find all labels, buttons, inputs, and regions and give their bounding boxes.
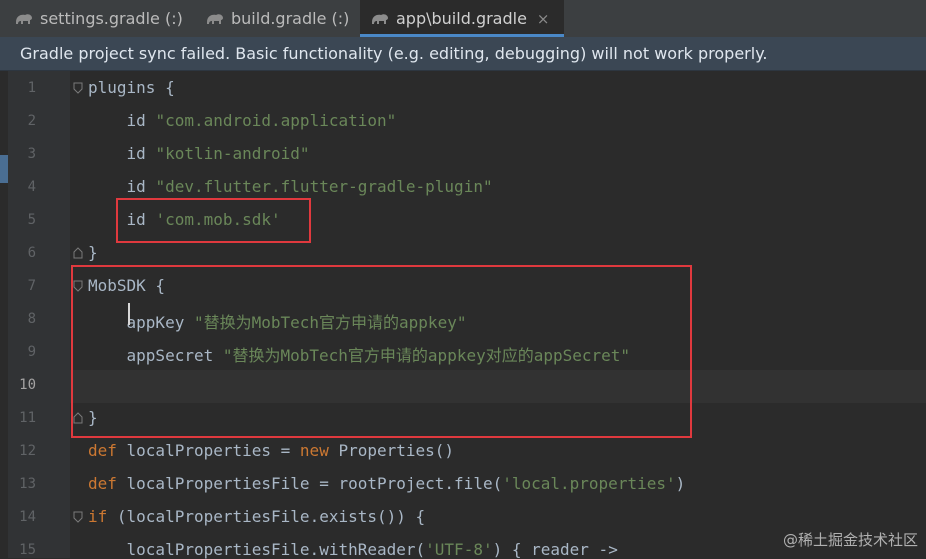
line-number: 15 xyxy=(19,542,36,558)
code-token: id xyxy=(88,111,156,130)
keyword: if xyxy=(88,507,117,526)
editor-tab-bar: settings.gradle (:) build.gradle (:) app… xyxy=(0,0,926,38)
keyword: def xyxy=(88,474,127,493)
code-token: plugins { xyxy=(88,78,175,97)
line-number: 4 xyxy=(27,179,36,195)
tab-app-build-gradle[interactable]: app\build.gradle × xyxy=(360,0,564,37)
string-literal: 'local.properties' xyxy=(502,474,676,493)
line-number: 12 xyxy=(19,443,36,459)
code-token: } xyxy=(88,243,98,262)
highlight-box-plugin-id xyxy=(116,198,311,243)
code-line[interactable]: } xyxy=(88,243,98,262)
fold-marker-icon[interactable] xyxy=(73,511,83,523)
tab-label: app\build.gradle xyxy=(396,9,527,28)
string-literal: 'UTF-8' xyxy=(425,540,493,559)
line-number: 3 xyxy=(27,146,36,162)
tab-label: settings.gradle (:) xyxy=(40,9,183,28)
code-line[interactable]: id "com.android.application" xyxy=(88,111,397,130)
gradle-elephant-icon xyxy=(372,13,388,24)
tab-label: build.gradle (:) xyxy=(231,9,350,28)
code-token: Properties() xyxy=(338,441,455,460)
tab-build-gradle-root[interactable]: build.gradle (:) xyxy=(205,0,349,37)
code-line[interactable]: def localPropertiesFile = rootProject.fi… xyxy=(88,474,685,493)
highlight-box-mobsdk-block xyxy=(71,265,692,438)
line-number: 5 xyxy=(27,212,36,228)
code-line[interactable]: plugins { xyxy=(88,78,175,97)
gradle-elephant-icon xyxy=(207,13,223,24)
line-number: 11 xyxy=(19,410,36,426)
banner-text: Gradle project sync failed. Basic functi… xyxy=(20,44,768,63)
watermark: @稀土掘金技术社区 xyxy=(782,531,918,549)
line-number: 1 xyxy=(27,80,36,96)
line-number: 10 xyxy=(19,377,36,393)
code-line[interactable]: localPropertiesFile.withReader('UTF-8') … xyxy=(88,540,618,559)
code-line[interactable]: if (localPropertiesFile.exists()) { xyxy=(88,507,425,526)
line-number: 7 xyxy=(27,278,36,294)
code-token: id xyxy=(88,144,156,163)
string-literal: "kotlin-android" xyxy=(155,144,310,163)
line-number: 8 xyxy=(27,311,36,327)
code-line[interactable]: def localProperties = new Properties() xyxy=(88,441,454,460)
code-line[interactable]: id "kotlin-android" xyxy=(88,144,310,163)
fold-marker-icon[interactable] xyxy=(73,82,83,94)
code-token: localProperties = xyxy=(126,441,300,460)
string-literal: "com.android.application" xyxy=(155,111,397,130)
close-icon[interactable]: × xyxy=(537,10,550,28)
code-token: localPropertiesFile.withReader( xyxy=(88,540,426,559)
fold-marker-icon[interactable] xyxy=(73,247,83,259)
keyword: new xyxy=(299,441,339,460)
line-number: 13 xyxy=(19,476,36,492)
code-line[interactable]: id "dev.flutter.flutter-gradle-plugin" xyxy=(88,177,493,196)
line-number: 2 xyxy=(27,113,36,129)
code-token: localPropertiesFile = rootProject.file( xyxy=(126,474,503,493)
line-number: 9 xyxy=(27,344,36,360)
code-token: (localPropertiesFile.exists()) { xyxy=(116,507,426,526)
gradle-elephant-icon xyxy=(16,13,32,24)
code-token: id xyxy=(88,177,156,196)
sync-failed-banner: Gradle project sync failed. Basic functi… xyxy=(0,37,926,71)
string-literal: "dev.flutter.flutter-gradle-plugin" xyxy=(155,177,493,196)
line-number: 6 xyxy=(27,245,36,261)
code-token: ) { reader -> xyxy=(492,540,618,559)
code-token: ) xyxy=(675,474,686,493)
keyword: def xyxy=(88,441,127,460)
tab-settings-gradle[interactable]: settings.gradle (:) xyxy=(14,0,183,37)
line-number: 14 xyxy=(19,509,36,525)
